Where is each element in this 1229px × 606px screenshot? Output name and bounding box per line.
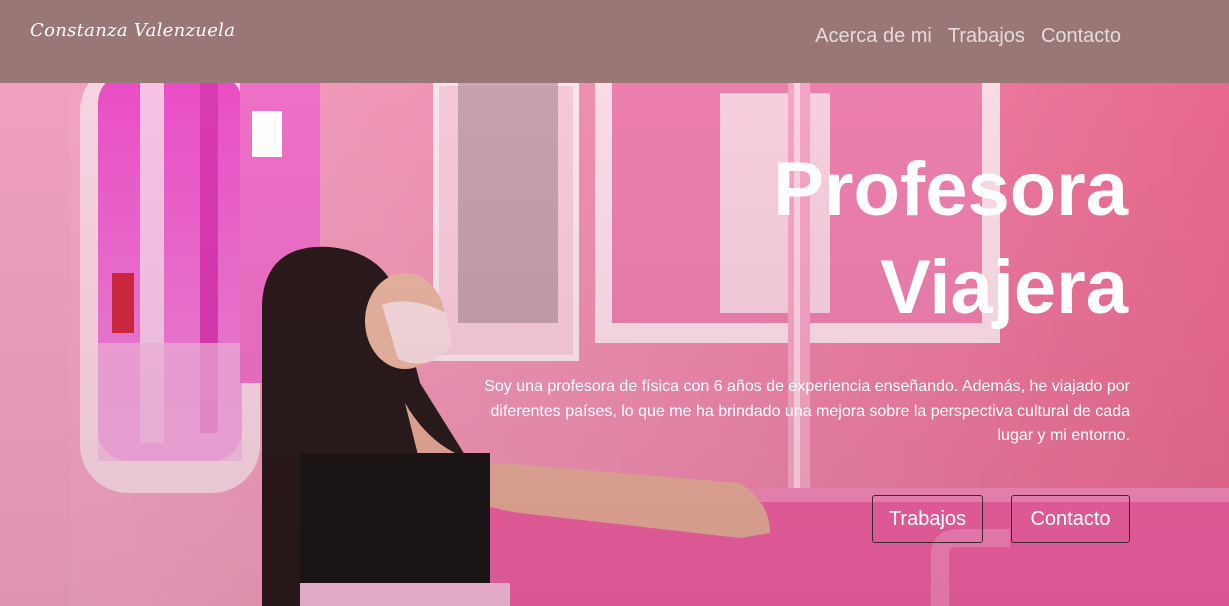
hero-title-line2: Viajera: [880, 245, 1128, 330]
hero-description: Soy una profesora de física con 6 años d…: [484, 378, 1130, 444]
site-header: Constanza Valenzuela Acerca de mi Trabaj…: [0, 0, 1229, 83]
main-nav: Acerca de mi Trabajos Contacto: [815, 25, 1121, 48]
trabajos-button[interactable]: Trabajos: [872, 495, 983, 543]
hero-title: Profesora Viajera: [773, 141, 1128, 337]
contacto-button[interactable]: Contacto: [1011, 495, 1130, 543]
nav-link-contacto[interactable]: Contacto: [1041, 25, 1121, 48]
nav-link-acerca[interactable]: Acerca de mi: [815, 25, 932, 48]
logo[interactable]: Constanza Valenzuela: [30, 20, 235, 41]
hero-title-line1: Profesora: [773, 147, 1128, 232]
nav-link-trabajos[interactable]: Trabajos: [948, 25, 1025, 48]
hero-section: Profesora Viajera Soy una profesora de f…: [0, 83, 1229, 606]
